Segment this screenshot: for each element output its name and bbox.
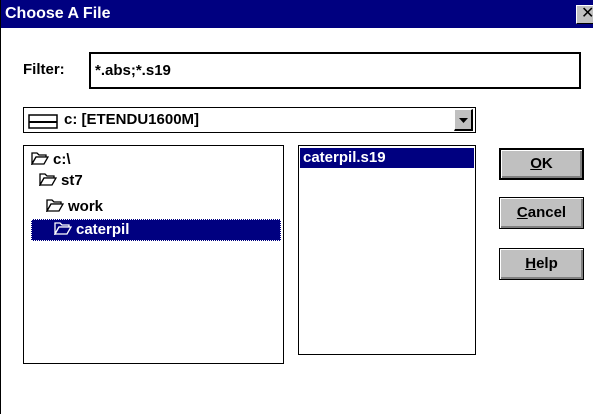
drive-select-value: c: [ETENDU1600M] bbox=[64, 111, 200, 128]
dialog-title: Choose A File bbox=[5, 5, 111, 22]
filter-label: Filter: bbox=[23, 61, 65, 78]
title-bar[interactable]: Choose A File ✕ bbox=[1, 0, 593, 28]
open-folder-icon bbox=[39, 173, 57, 187]
directory-list[interactable]: c:\ st7 work caterpil bbox=[23, 145, 284, 364]
directory-item-work[interactable]: work bbox=[46, 196, 103, 218]
drive-icon bbox=[28, 114, 58, 129]
chevron-down-icon bbox=[459, 118, 468, 123]
close-button[interactable]: ✕ bbox=[576, 5, 593, 24]
ok-button[interactable]: OK bbox=[499, 148, 584, 180]
directory-label: caterpil bbox=[76, 221, 130, 238]
cancel-label: ancel bbox=[527, 204, 567, 221]
help-accelerator: H bbox=[525, 255, 537, 272]
directory-label: st7 bbox=[61, 172, 83, 189]
directory-label: work bbox=[68, 198, 104, 215]
directory-label: c:\ bbox=[53, 151, 71, 168]
cancel-button[interactable]: Cancel bbox=[499, 197, 584, 229]
ok-accelerator: O bbox=[530, 155, 542, 172]
file-list[interactable]: caterpil.s19 bbox=[298, 145, 476, 355]
help-button[interactable]: Help bbox=[499, 248, 584, 280]
drive-select[interactable]: c: [ETENDU1600M] bbox=[23, 107, 476, 133]
directory-item-st7[interactable]: st7 bbox=[39, 170, 83, 192]
help-label: elp bbox=[536, 255, 558, 272]
cancel-accelerator: C bbox=[516, 204, 528, 221]
open-folder-icon bbox=[46, 199, 64, 213]
directory-item-root[interactable]: c:\ bbox=[31, 149, 71, 171]
directory-item-caterpil[interactable]: caterpil bbox=[31, 219, 281, 241]
open-folder-icon bbox=[31, 152, 49, 166]
choose-file-dialog: Choose A File ✕ Filter: c: [ETENDU1600M]… bbox=[0, 0, 593, 414]
open-folder-icon bbox=[54, 222, 72, 236]
drive-dropdown-button[interactable] bbox=[454, 109, 473, 131]
filter-input[interactable] bbox=[89, 52, 581, 89]
file-item[interactable]: caterpil.s19 bbox=[300, 148, 474, 168]
ok-label: K bbox=[541, 155, 553, 172]
close-icon: ✕ bbox=[581, 5, 593, 22]
